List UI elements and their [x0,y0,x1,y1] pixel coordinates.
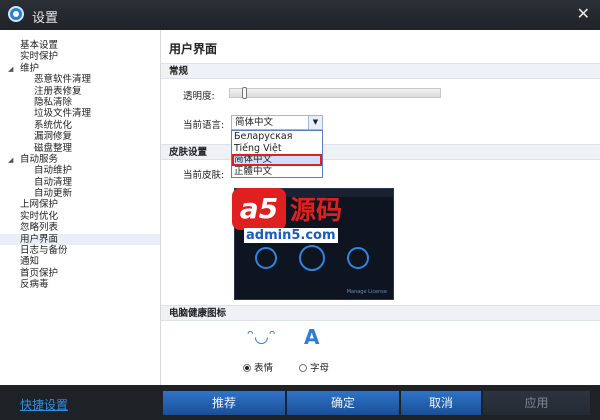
sidebar-item-label: 注册表修复 [34,85,82,97]
sidebar-item-label: 忽略列表 [20,222,59,234]
opacity-label: 透明度: [183,91,215,102]
sidebar-item[interactable]: 反病毒 [0,279,160,290]
radio-face-label: 表情 [254,363,274,374]
radio-face-dot[interactable] [243,364,251,372]
smiley-face-icon: ᵔ◡ᵔ [247,327,276,347]
language-option[interactable]: Srpski (latinica) [232,177,322,178]
title-bar: 设置 ✕ [0,0,600,30]
settings-sidebar: 基本设置 实时保护 ◢ 维护 恶意软件清理 注册表修复 隐私清除 垃圾文件清理 系统优化 漏洞修复… [0,30,161,385]
sidebar-item[interactable]: 自动维护 [0,165,160,176]
current-skin-label: 当前皮肤: [183,170,225,181]
sidebar-item-label: 反病毒 [20,279,49,291]
cancel-button[interactable]: 取消 [401,391,481,415]
skin-circle-left-icon [255,247,277,269]
sidebar-item[interactable]: ◢ 自动服务 [0,154,160,165]
watermark-brand: 源码 [290,196,343,226]
language-select[interactable]: 简体中文 ▼ [231,115,323,130]
sidebar-item-label: 自动服务 [20,153,59,165]
sidebar-item-label: 实时优化 [20,210,59,222]
sidebar-item[interactable]: 垃圾文件清理 [0,108,160,119]
settings-tree: 基本设置 实时保护 ◢ 维护 恶意软件清理 注册表修复 隐私清除 垃圾文件清理 系统优化 漏洞修复… [0,30,160,291]
sidebar-item-label: 恶意软件清理 [34,74,92,86]
language-option[interactable]: Беларуская [232,131,322,143]
sidebar-item-label: 系统优化 [34,119,73,131]
language-option[interactable]: 正體中文 [232,166,322,178]
opacity-slider[interactable] [229,87,441,99]
chevron-down-icon[interactable]: ▼ [308,116,322,129]
watermark-logo: a5 [232,188,286,230]
sidebar-item-label: 漏洞修复 [34,131,73,143]
sidebar-item[interactable]: ◢ 维护 [0,63,160,74]
sidebar-item-label: 隐私清除 [34,96,73,108]
footer-bar: 快捷设置 推荐 确定 取消 应用 [0,385,600,420]
section-health-header: 电脑健康图标 [161,305,600,321]
watermark: a5 源码 admin5.com [232,188,382,246]
opacity-slider-thumb[interactable] [242,87,247,99]
sidebar-item[interactable]: 基本设置 [0,40,160,51]
sidebar-item[interactable]: 漏洞修复 [0,131,160,142]
sidebar-item-label: 自动清理 [34,176,73,188]
sidebar-item[interactable]: 通知 [0,256,160,267]
sidebar-item-label: 用户界面 [20,233,59,245]
sidebar-item[interactable]: 系统优化 [0,120,160,131]
sidebar-item-label: 自动更新 [34,188,73,200]
ok-button[interactable]: 确定 [287,391,399,415]
sidebar-item[interactable]: 实时优化 [0,211,160,222]
sidebar-item[interactable]: 上网保护 [0,199,160,210]
sidebar-item-label: 垃圾文件清理 [34,108,92,120]
radio-letter-dot[interactable] [299,364,307,372]
radio-letter[interactable]: 字母 [299,360,329,374]
sidebar-item[interactable]: 用户界面 [0,233,160,246]
language-option[interactable]: 简体中文 [232,154,322,166]
skin-circle-right-icon [347,247,369,269]
radio-face[interactable]: 表情 [243,360,273,374]
sidebar-item[interactable]: 磁盘整理 [0,143,160,154]
sidebar-item-label: 自动维护 [34,165,73,177]
sidebar-item[interactable]: 自动清理 [0,177,160,188]
language-label: 当前语言: [183,120,225,131]
watermark-domain: admin5.com [244,228,338,243]
language-select-value: 简体中文 [235,117,274,128]
section-skin-header: 皮肤设置 [161,144,600,160]
sidebar-item-label: 通知 [20,256,40,268]
close-icon[interactable]: ✕ [577,4,590,23]
sidebar-item[interactable]: 实时保护 [0,51,160,62]
sidebar-item[interactable]: 自动更新 [0,188,160,199]
language-option[interactable]: Tiếng Việt [232,143,322,155]
sidebar-item[interactable]: 忽略列表 [0,222,160,233]
apply-button[interactable]: 应用 [483,391,590,415]
app-logo-icon [8,6,24,22]
sidebar-item[interactable]: 隐私清除 [0,97,160,108]
section-general-header: 常规 [161,63,600,79]
window-title: 设置 [32,11,59,26]
sidebar-item[interactable]: 日志与备份 [0,245,160,256]
skin-circle-center-icon [299,245,325,271]
letter-a-icon: A [304,325,320,349]
sidebar-item[interactable]: 注册表修复 [0,86,160,97]
sidebar-item-label: 上网保护 [20,199,59,211]
quick-settings-link[interactable]: 快捷设置 [20,396,68,413]
sidebar-item-label: 日志与备份 [20,245,68,257]
recommend-button[interactable]: 推荐 [163,391,285,415]
sidebar-item[interactable]: 恶意软件清理 [0,74,160,85]
radio-letter-label: 字母 [310,363,330,374]
settings-window: 设置 ✕ 基本设置 实时保护 ◢ 维护 恶意软件清理 注册表修复 隐私清除 垃圾文件清理 系统优… [0,0,600,420]
sidebar-item-label: 维护 [20,62,40,74]
page-title: 用户界面 [169,42,218,56]
expand-arrow-icon[interactable]: ◢ [8,155,20,166]
language-dropdown: БеларускаяTiếng Việt简体中文正體中文Srpski (lati… [231,130,323,178]
skin-preview-footer: Manage License [346,289,387,295]
sidebar-item-label: 实时保护 [20,51,59,63]
sidebar-item[interactable]: 首页保护 [0,268,160,279]
sidebar-item-label: 磁盘整理 [34,142,73,154]
expand-arrow-icon[interactable]: ◢ [8,64,20,75]
sidebar-item-label: 基本设置 [20,40,59,51]
sidebar-item-label: 首页保护 [20,267,59,279]
